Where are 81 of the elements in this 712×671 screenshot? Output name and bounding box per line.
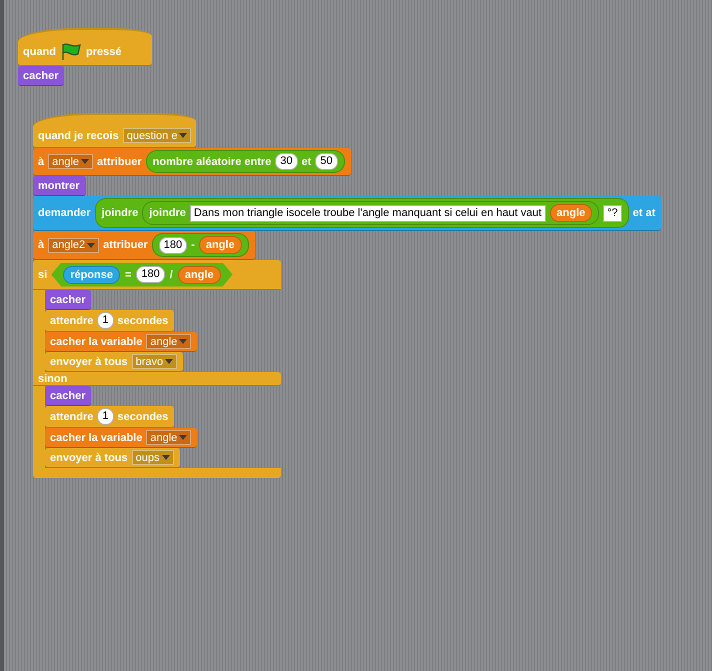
number-input[interactable]: 30: [275, 153, 298, 170]
block-label: cacher la variable: [50, 432, 142, 444]
command-block[interactable]: cacher: [18, 66, 64, 86]
block-label: montrer: [38, 180, 80, 192]
reporter-block[interactable]: angle: [550, 204, 592, 222]
flag-icon: [60, 43, 82, 61]
number-input[interactable]: 180: [158, 236, 188, 254]
reporter-block[interactable]: angle: [178, 266, 221, 284]
block-label: envoyer à tous: [50, 356, 128, 368]
caret-icon: [179, 339, 188, 344]
command-block[interactable]: attendre 1 secondes: [45, 406, 174, 428]
block-label: demander: [38, 207, 91, 219]
block-label: quand je recois: [38, 130, 119, 142]
block-label: à: [38, 239, 44, 251]
block-label: envoyer à tous: [50, 452, 128, 464]
command-block[interactable]: cacher la variable angle: [45, 428, 198, 448]
block-label: à: [38, 156, 44, 168]
block-label: attribuer: [97, 156, 142, 168]
number-input[interactable]: 1: [97, 312, 114, 329]
dropdown-menu[interactable]: bravo: [132, 354, 178, 369]
block-label: /: [170, 268, 173, 280]
dropdown-menu[interactable]: angle: [146, 430, 192, 445]
command-block[interactable]: à angle2 attribuer 180 - angle: [33, 231, 255, 260]
block-label: cacher: [50, 294, 86, 306]
block-label: sinon: [38, 372, 68, 384]
block-label: attribuer: [103, 239, 148, 251]
caret-icon: [179, 435, 188, 440]
command-block[interactable]: envoyer à tous bravo: [45, 352, 184, 372]
block-label: -: [191, 239, 195, 251]
dropdown-menu[interactable]: angle: [146, 334, 192, 349]
block-label: nombre aléatoire entre: [152, 156, 272, 168]
block-label: angle: [184, 268, 214, 280]
block-label: quand: [23, 46, 56, 58]
block-label: joindre: [149, 207, 186, 219]
dropdown-menu[interactable]: angle2: [48, 238, 100, 252]
caret-icon: [87, 242, 96, 248]
block-label: pressé: [86, 46, 122, 58]
block-label: et at: [632, 207, 656, 219]
dropdown-menu[interactable]: angle: [48, 154, 94, 169]
block-label: attendre: [50, 314, 94, 326]
caret-icon: [179, 133, 188, 138]
reporter-block[interactable]: réponse: [63, 266, 120, 284]
block-label: cacher: [23, 70, 58, 82]
block-label: réponse: [70, 268, 113, 280]
command-block[interactable]: cacher la variable angle: [45, 332, 198, 352]
text-input[interactable]: Dans mon triangle isocele troube l'angle manquant si celui en haut vaut: [190, 204, 546, 222]
reporter-block[interactable]: nombre aléatoire entre 30 et 50: [146, 150, 345, 173]
number-input[interactable]: 50: [315, 153, 338, 170]
command-block[interactable]: cacher: [45, 386, 92, 406]
block-label: =: [124, 268, 132, 280]
block-label: secondes: [118, 410, 168, 422]
caret-icon: [165, 359, 174, 364]
reporter-block[interactable]: 180 - angle: [152, 233, 249, 257]
if-block-header[interactable]: si réponse = 180 / angle: [33, 260, 281, 290]
block-label: joindre: [102, 207, 138, 219]
caret-icon: [81, 159, 90, 164]
block-label: cacher: [50, 390, 86, 402]
block-label: angle: [206, 239, 235, 251]
block-label: angle: [556, 207, 586, 219]
block-label: si: [38, 268, 48, 280]
block-label: attendre: [50, 410, 94, 422]
block-label: et: [302, 156, 312, 168]
number-input[interactable]: 1: [97, 408, 114, 425]
command-block[interactable]: montrer: [33, 176, 86, 196]
command-block[interactable]: envoyer à tous oups: [45, 448, 180, 468]
reporter-block[interactable]: joindre Dans mon triangle isocele troube l'angle manquant si celui en haut vaut angle: [142, 201, 600, 225]
command-block[interactable]: cacher: [45, 290, 92, 310]
block-label: secondes: [118, 314, 168, 326]
boolean-block[interactable]: réponse = 180 / angle: [51, 262, 233, 286]
reporter-block[interactable]: joindre joindre Dans mon triangle isocele troube l'angle manquant si celui en haut vaut angle °?: [94, 198, 629, 228]
command-block[interactable]: attendre 1 secondes: [45, 310, 174, 332]
dropdown-menu[interactable]: question e: [122, 128, 192, 143]
command-block[interactable]: demander joindre joindre Dans mon triangle isocele troube l'angle manquant si celui en haut vaut angle °? et at: [33, 196, 662, 231]
dropdown-menu[interactable]: oups: [132, 450, 174, 465]
block-label: cacher la variable: [50, 336, 142, 348]
caret-icon: [162, 455, 170, 460]
text-input[interactable]: °?: [603, 204, 622, 222]
number-input[interactable]: 180: [136, 266, 165, 283]
hat-block[interactable]: quand je recois question e: [33, 113, 196, 148]
reporter-block[interactable]: angle: [198, 236, 242, 254]
command-block[interactable]: à angle attribuer nombre aléatoire entre 30 et 50: [33, 148, 351, 176]
